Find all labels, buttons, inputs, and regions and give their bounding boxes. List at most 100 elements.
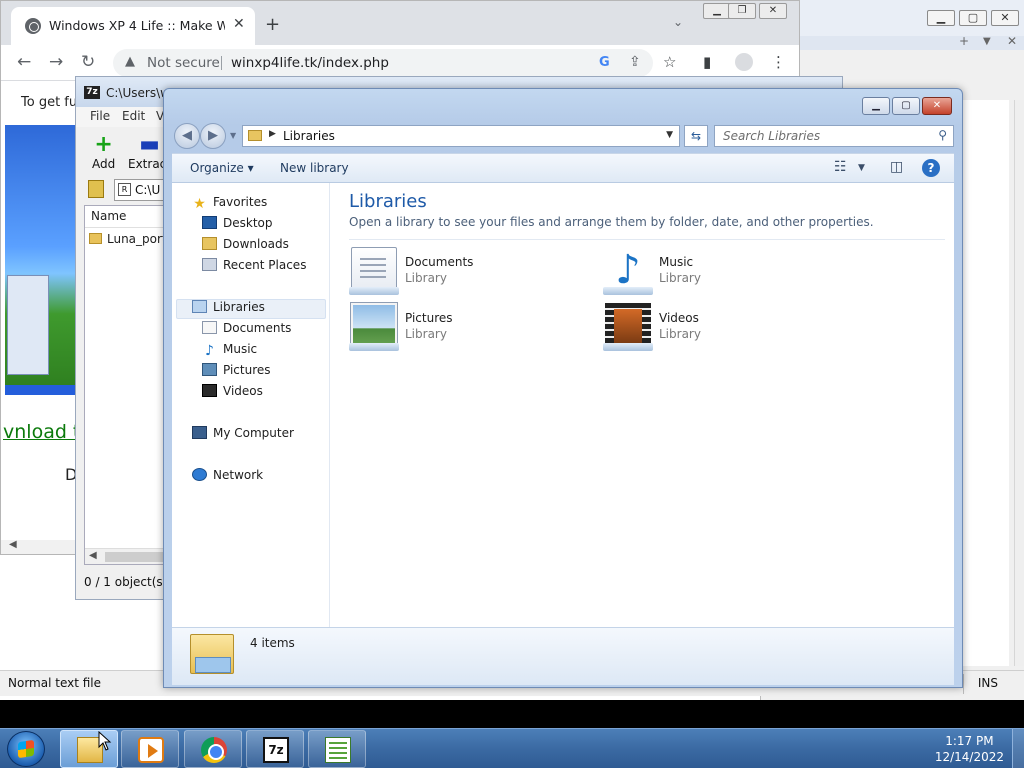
forward-arrow-icon[interactable]: → bbox=[49, 52, 63, 72]
warning-triangle-icon[interactable]: ▲ bbox=[125, 54, 135, 69]
new-library-button[interactable]: New library bbox=[280, 161, 349, 175]
explorer-close-button[interactable]: ✕ bbox=[922, 97, 952, 115]
nav-label: Videos bbox=[223, 384, 263, 398]
address-text[interactable]: Libraries bbox=[283, 129, 335, 143]
scroll-left-icon[interactable]: ◀ bbox=[9, 539, 17, 550]
file-type-label: Normal text file bbox=[8, 676, 102, 690]
explorer-window: ▁ ▢ ✕ ◀ ▶ ▼ ▶ Libraries ▼ ⇆ Search Libra… bbox=[163, 88, 963, 688]
library-music[interactable]: ♪ Music Library bbox=[603, 247, 825, 297]
header-divider bbox=[349, 239, 945, 240]
nav-videos[interactable]: Videos bbox=[202, 384, 263, 404]
chrome-restore-button[interactable]: ❐ bbox=[728, 3, 756, 19]
side-panel-icon[interactable]: ▮ bbox=[703, 53, 711, 71]
nav-label: Desktop bbox=[223, 216, 273, 230]
sevenzip-file-list: Name Luna_port_ ◀ bbox=[84, 205, 173, 565]
reload-icon[interactable]: ↻ bbox=[81, 52, 95, 72]
nav-music[interactable]: ♪ Music bbox=[202, 342, 257, 362]
address-dropdown-icon[interactable]: ▼ bbox=[666, 130, 673, 140]
add-button[interactable]: + Add bbox=[92, 133, 115, 172]
library-videos[interactable]: Videos Library bbox=[603, 303, 825, 353]
computer-icon bbox=[192, 426, 207, 439]
google-lens-icon[interactable]: G bbox=[599, 55, 610, 70]
not-secure-label[interactable]: Not secure bbox=[147, 55, 220, 71]
search-icon[interactable]: ⚲ bbox=[938, 128, 947, 142]
column-header-name[interactable]: Name bbox=[85, 206, 167, 228]
nav-favorites[interactable]: ★ Favorites bbox=[192, 195, 267, 215]
chrome-horizontal-scrollbar[interactable]: ◀ bbox=[1, 539, 81, 554]
nav-network[interactable]: Network bbox=[192, 468, 263, 488]
list-item[interactable]: Luna_port_ bbox=[89, 232, 173, 246]
taskbar-chrome-button[interactable] bbox=[184, 730, 242, 768]
editor-close-button[interactable]: ✕ bbox=[991, 10, 1019, 26]
back-button[interactable]: ◀ bbox=[174, 123, 200, 149]
sevenzip-title: C:\Users\w bbox=[106, 86, 170, 100]
nav-label: Recent Places bbox=[223, 258, 307, 272]
nav-pictures[interactable]: Pictures bbox=[202, 363, 271, 383]
bookmark-star-icon[interactable]: ☆ bbox=[663, 53, 676, 71]
editor-add-tab-button[interactable]: + bbox=[959, 34, 969, 48]
address-bar[interactable]: ▶ Libraries ▼ bbox=[242, 125, 680, 147]
view-options-icon[interactable]: ☷ bbox=[834, 159, 847, 175]
search-field[interactable]: Search Libraries ⚲ bbox=[714, 125, 954, 147]
chrome-close-button[interactable]: ✕ bbox=[759, 3, 787, 19]
tab-title: Windows XP 4 Life :: Make Windo bbox=[49, 18, 225, 33]
library-shelf bbox=[349, 287, 399, 295]
clock-time: 1:17 PM bbox=[945, 734, 994, 748]
chrome-tab[interactable]: Windows XP 4 Life :: Make Windo ✕ bbox=[11, 7, 255, 45]
menu-kebab-icon[interactable]: ⋮ bbox=[771, 53, 786, 71]
tab-search-chevron-icon[interactable]: ⌄ bbox=[673, 15, 683, 29]
editor-dropdown-button[interactable]: ▼ bbox=[983, 36, 991, 47]
preview-pane-icon[interactable]: ◫ bbox=[890, 159, 903, 175]
url-text[interactable]: winxp4life.tk/index.php bbox=[231, 55, 389, 71]
explorer-maximize-button[interactable]: ▢ bbox=[892, 97, 920, 115]
forward-button[interactable]: ▶ bbox=[200, 123, 226, 149]
editor-maximize-button[interactable]: ▢ bbox=[959, 10, 987, 26]
share-icon[interactable]: ⇪ bbox=[629, 54, 641, 70]
menu-edit[interactable]: Edit bbox=[122, 109, 145, 123]
view-dropdown-icon[interactable]: ▼ bbox=[858, 163, 865, 173]
library-name: Documents bbox=[405, 255, 474, 269]
sevenzip-horizontal-scrollbar[interactable]: ◀ bbox=[85, 548, 167, 564]
nav-desktop[interactable]: Desktop bbox=[202, 216, 273, 236]
library-pictures[interactable]: Pictures Library bbox=[349, 302, 571, 353]
black-strip bbox=[0, 700, 1024, 728]
refresh-button[interactable]: ⇆ bbox=[684, 125, 708, 147]
library-documents[interactable]: Documents Library bbox=[349, 247, 571, 297]
editor-close-tab-button[interactable]: ✕ bbox=[1007, 34, 1017, 48]
editor-minimize-button[interactable]: ▁ bbox=[927, 10, 955, 26]
navigation-pane: ★ Favorites Desktop Downloads Recent Plac… bbox=[172, 183, 330, 627]
nav-downloads[interactable]: Downloads bbox=[202, 237, 289, 257]
editor-tab-row: + ▼ ✕ bbox=[761, 34, 1024, 50]
nav-libraries[interactable]: Libraries bbox=[176, 299, 326, 319]
explorer-minimize-button[interactable]: ▁ bbox=[862, 97, 890, 115]
editor-text-area[interactable] bbox=[961, 100, 1009, 666]
star-icon: ★ bbox=[193, 196, 206, 212]
sevenzip-icon: 7z bbox=[263, 737, 289, 763]
scroll-left-icon[interactable]: ◀ bbox=[89, 550, 97, 561]
scroll-thumb[interactable] bbox=[105, 552, 165, 562]
nav-my-computer[interactable]: My Computer bbox=[192, 426, 294, 446]
nav-label: Favorites bbox=[213, 195, 268, 209]
desktop-icon bbox=[202, 216, 217, 229]
nav-documents[interactable]: Documents bbox=[202, 321, 291, 341]
taskbar-media-player-button[interactable] bbox=[121, 730, 179, 768]
recent-pages-chevron-icon[interactable]: ▼ bbox=[230, 131, 236, 140]
profile-avatar-icon[interactable] bbox=[735, 53, 753, 71]
back-arrow-icon[interactable]: ← bbox=[17, 52, 31, 72]
new-tab-button[interactable]: + bbox=[265, 14, 280, 35]
system-clock[interactable]: 1:17 PM 12/14/2022 bbox=[935, 733, 1004, 765]
editor-scrollbar[interactable] bbox=[1014, 100, 1024, 666]
breadcrumb-arrow-icon[interactable]: ▶ bbox=[269, 129, 276, 139]
menu-file[interactable]: File bbox=[90, 109, 110, 123]
omnibox[interactable]: ▲ Not secure winxp4life.tk/index.php G ⇪ bbox=[113, 49, 653, 77]
organize-button[interactable]: Organize ▾ bbox=[190, 161, 254, 175]
show-desktop-button[interactable] bbox=[1012, 729, 1024, 768]
taskbar-notepad-button[interactable] bbox=[308, 730, 366, 768]
start-button[interactable] bbox=[7, 731, 45, 767]
chrome-minimize-button[interactable]: ▁ bbox=[703, 3, 731, 19]
taskbar-sevenzip-button[interactable]: 7z bbox=[246, 730, 304, 768]
folder-up-icon[interactable] bbox=[88, 180, 104, 198]
nav-recent-places[interactable]: Recent Places bbox=[202, 258, 306, 278]
tab-close-icon[interactable]: ✕ bbox=[233, 16, 245, 32]
help-icon[interactable]: ? bbox=[922, 159, 940, 177]
